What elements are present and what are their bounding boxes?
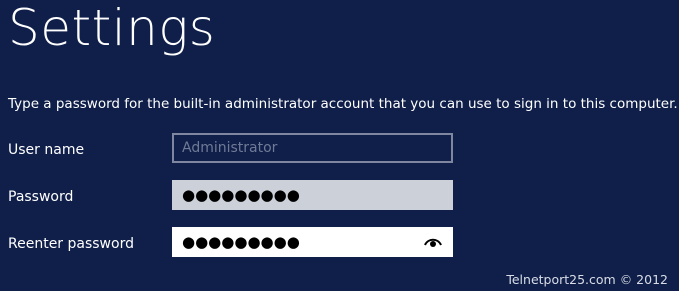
reenter-password-masked-value: ●●●●●●●●● — [182, 233, 300, 251]
reenter-password-field[interactable]: ●●●●●●●●● — [172, 227, 453, 257]
password-label: Password — [8, 189, 74, 205]
reenter-password-label: Reenter password — [8, 236, 134, 252]
username-label: User name — [8, 142, 85, 158]
page-title: Settings — [8, 0, 216, 57]
password-field[interactable]: ●●●●●●●●● — [172, 180, 453, 210]
eye-icon-graphic — [424, 238, 442, 247]
username-placeholder: Administrator — [182, 140, 278, 156]
username-field[interactable]: Administrator — [172, 133, 453, 163]
copyright-footer: Telnetport25.com © 2012 — [506, 272, 668, 287]
eye-icon[interactable] — [423, 234, 443, 250]
password-masked-value: ●●●●●●●●● — [182, 186, 300, 204]
instruction-text: Type a password for the built-in adminis… — [8, 96, 678, 112]
